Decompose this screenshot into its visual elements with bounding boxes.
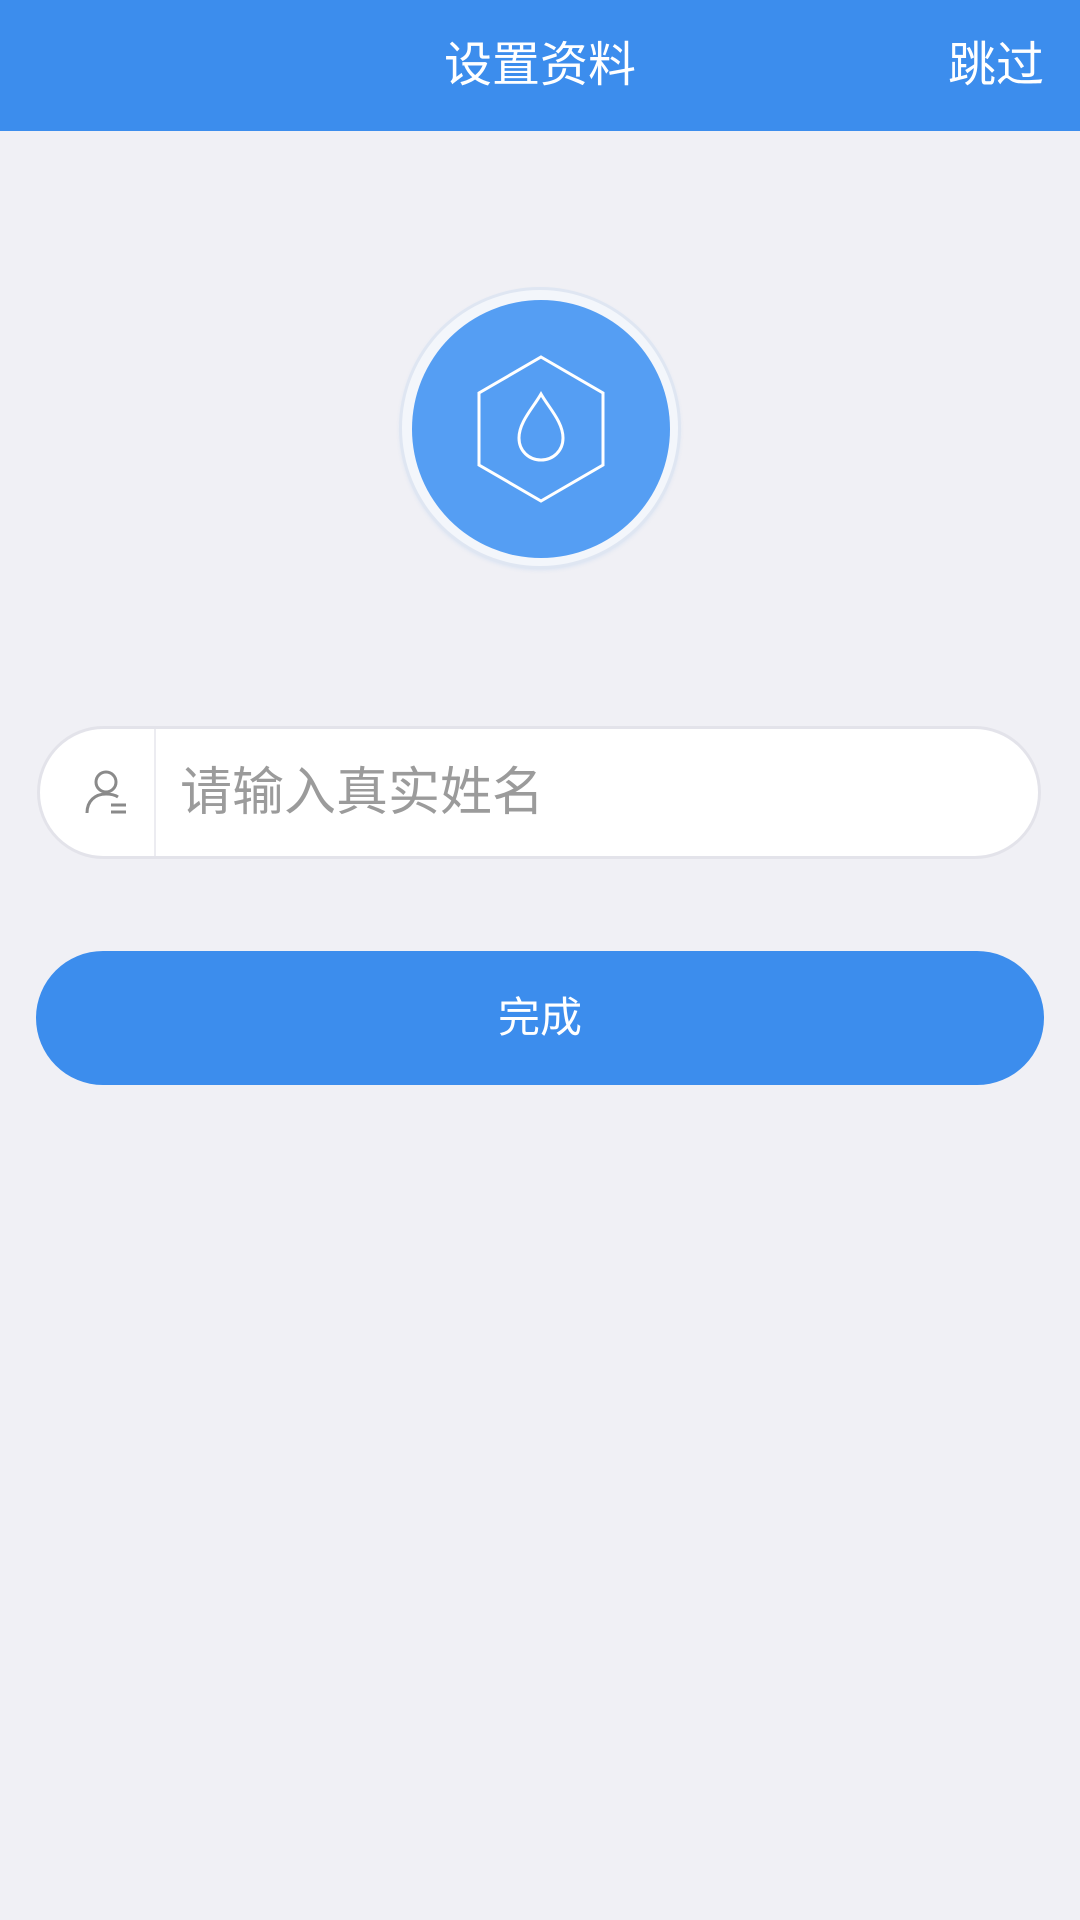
hexagon-water-drop-icon (477, 355, 605, 503)
done-button[interactable]: 完成 (36, 951, 1044, 1085)
avatar[interactable] (412, 300, 670, 558)
page-title: 设置资料 (443, 37, 636, 93)
app-header: 设置资料 跳过 (0, 0, 1080, 131)
user-icon (85, 770, 126, 814)
name-field[interactable] (37, 726, 1041, 859)
name-field-icon-area (40, 729, 156, 856)
name-input[interactable] (180, 729, 1000, 856)
skip-button[interactable]: 跳过 (948, 0, 1044, 131)
